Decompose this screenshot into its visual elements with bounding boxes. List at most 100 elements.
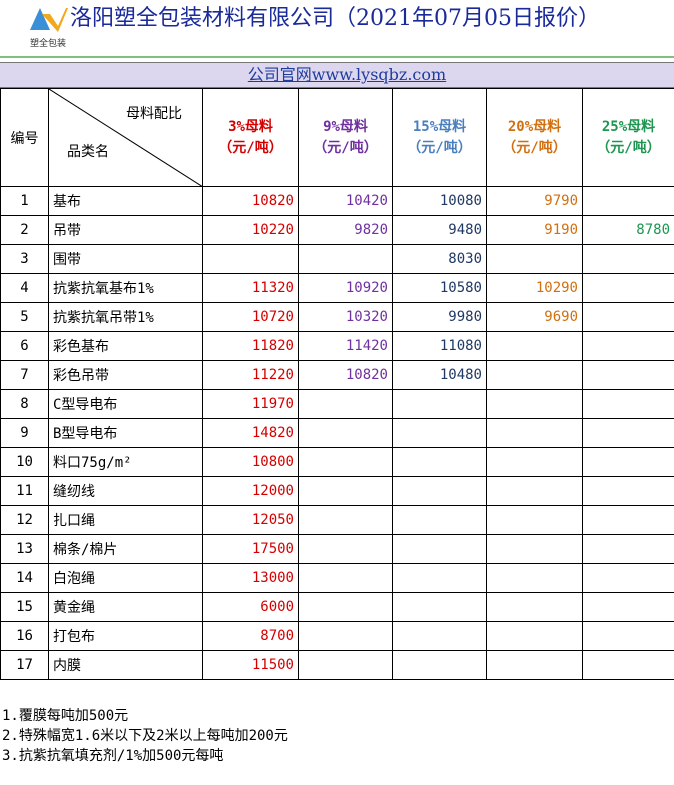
table-row: 15 黄金绳 6000: [0, 592, 674, 622]
row-name: 吊带: [48, 215, 203, 245]
price-3pct: 10720: [202, 302, 299, 332]
row-number: 15: [0, 592, 49, 622]
price-9pct: [298, 621, 393, 651]
table-row: 4 抗紫抗氧基布1% 11320 10920 10580 10290: [0, 273, 674, 303]
price-20pct: [486, 534, 583, 564]
price-9pct: 11420: [298, 331, 393, 361]
row-name: 料口75g/m²: [48, 447, 203, 477]
row-name: 棉条/棉片: [48, 534, 203, 564]
table-row: 1 基布 10820 10420 10080 9790: [0, 186, 674, 216]
price-3pct: [202, 244, 299, 274]
row-name: 白泡绳: [48, 563, 203, 593]
price-9pct: [298, 447, 393, 477]
price-20pct: [486, 621, 583, 651]
price-20pct: [486, 360, 583, 390]
price-20pct: [486, 331, 583, 361]
table-header-row: 编号 母料配比 品类名 3%母料 （元/吨） 9%母料 （元/吨） 15%母料 （元/…: [0, 88, 674, 187]
price-3pct: 10220: [202, 215, 299, 245]
price-25pct: [582, 418, 674, 448]
notes-section: 1.覆膜每吨加500元 2.特殊幅宽1.6米以下及2米以上每吨加200元 3.抗…: [2, 706, 288, 766]
price-15pct: [392, 650, 487, 680]
row-number: 2: [0, 215, 49, 245]
price-20pct: [486, 563, 583, 593]
price-3pct: 12050: [202, 505, 299, 535]
price-15pct: 9980: [392, 302, 487, 332]
column-header-3pct: 3%母料 （元/吨）: [202, 88, 299, 187]
row-number: 13: [0, 534, 49, 564]
row-name: 打包布: [48, 621, 203, 651]
price-3pct: 11500: [202, 650, 299, 680]
price-20pct: [486, 592, 583, 622]
column-header-25pct: 25%母料 （元/吨）: [582, 88, 674, 187]
price-25pct: [582, 534, 674, 564]
column-pct: 9%母料: [323, 119, 368, 135]
price-20pct: [486, 650, 583, 680]
row-number: 7: [0, 360, 49, 390]
category-header-label: 品类名: [67, 144, 109, 160]
price-9pct: 10420: [298, 186, 393, 216]
price-20pct: 10290: [486, 273, 583, 303]
price-9pct: [298, 534, 393, 564]
price-25pct: 8780: [582, 215, 674, 245]
website-link[interactable]: 公司官网www.lysqbz.com: [248, 63, 446, 87]
row-name: 内膜: [48, 650, 203, 680]
price-20pct: [486, 418, 583, 448]
price-15pct: [392, 476, 487, 506]
table-row: 5 抗紫抗氧吊带1% 10720 10320 9980 9690: [0, 302, 674, 332]
page-title: 洛阳塑全包装材料有限公司（2021年07月05日报价）: [70, 6, 600, 31]
price-9pct: 10920: [298, 273, 393, 303]
price-25pct: [582, 360, 674, 390]
price-table: 编号 母料配比 品类名 3%母料 （元/吨） 9%母料 （元/吨） 15%母料 （元/…: [0, 88, 674, 680]
column-pct: 3%母料: [228, 119, 273, 135]
row-number: 10: [0, 447, 49, 477]
price-25pct: [582, 476, 674, 506]
price-9pct: 10320: [298, 302, 393, 332]
row-name: C型导电布: [48, 389, 203, 419]
column-pct: 15%母料: [412, 119, 467, 135]
ratio-header-label: 母料配比: [126, 106, 182, 122]
price-3pct: 11970: [202, 389, 299, 419]
price-3pct: 11220: [202, 360, 299, 390]
column-header-15pct: 15%母料 （元/吨）: [392, 88, 487, 187]
price-3pct: 14820: [202, 418, 299, 448]
price-15pct: 10580: [392, 273, 487, 303]
table-row: 7 彩色吊带 11220 10820 10480: [0, 360, 674, 390]
price-3pct: 10820: [202, 186, 299, 216]
table-row: 6 彩色基布 11820 11420 11080: [0, 331, 674, 361]
row-name: 缝纫线: [48, 476, 203, 506]
price-3pct: 10800: [202, 447, 299, 477]
price-3pct: 17500: [202, 534, 299, 564]
price-3pct: 11820: [202, 331, 299, 361]
price-9pct: 9820: [298, 215, 393, 245]
row-name: 黄金绳: [48, 592, 203, 622]
price-9pct: [298, 389, 393, 419]
price-15pct: 8030: [392, 244, 487, 274]
price-20pct: 9790: [486, 186, 583, 216]
price-15pct: 9480: [392, 215, 487, 245]
price-3pct: 12000: [202, 476, 299, 506]
price-25pct: [582, 592, 674, 622]
price-9pct: [298, 650, 393, 680]
price-3pct: 11320: [202, 273, 299, 303]
price-25pct: [582, 302, 674, 332]
column-unit: （元/吨）: [313, 140, 378, 156]
logo-text: 塑全包装: [30, 39, 67, 49]
row-number: 1: [0, 186, 49, 216]
price-15pct: [392, 447, 487, 477]
price-15pct: 10480: [392, 360, 487, 390]
row-number: 3: [0, 244, 49, 274]
price-15pct: 11080: [392, 331, 487, 361]
row-name: 彩色吊带: [48, 360, 203, 390]
company-logo-icon: [30, 8, 68, 32]
column-unit: （元/吨）: [502, 140, 567, 156]
table-row: 16 打包布 8700: [0, 621, 674, 651]
price-15pct: [392, 592, 487, 622]
row-name: 围带: [48, 244, 203, 274]
row-number: 11: [0, 476, 49, 506]
note-item: 3.抗紫抗氧填充剂/1%加500元每吨: [2, 748, 224, 764]
column-unit: （元/吨）: [407, 140, 472, 156]
column-unit: （元/吨）: [596, 140, 661, 156]
column-header-20pct: 20%母料 （元/吨）: [486, 88, 583, 187]
note-item: 2.特殊幅宽1.6米以下及2米以上每吨加200元: [2, 728, 288, 744]
price-3pct: 8700: [202, 621, 299, 651]
